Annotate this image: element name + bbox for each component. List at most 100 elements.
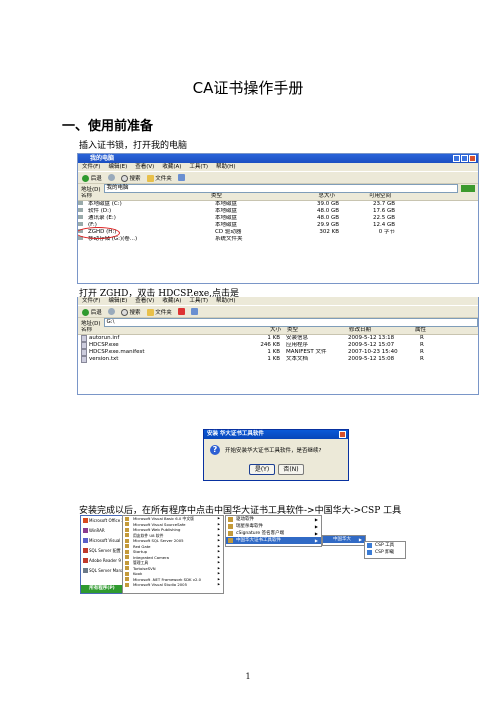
file-list-header: 名称 类型 总大小 可用空间 xyxy=(78,193,478,201)
program-label: Microsoft Visual SourceSafe xyxy=(133,521,186,527)
address-input[interactable]: 我的电脑 xyxy=(103,184,458,193)
program-icon xyxy=(83,528,88,533)
drive-type: 本地磁盘 xyxy=(215,208,238,214)
submenu-label: 中国华大证书工具软件 xyxy=(236,538,281,543)
address-input[interactable]: G:\ xyxy=(103,318,478,327)
pinned-program-item[interactable]: SQL Server Management Studio xyxy=(81,566,123,576)
program-label: Microsoft .NET Framework SDK v2.0 xyxy=(133,576,201,582)
menu-view[interactable]: 查看(V) xyxy=(135,163,154,171)
yes-button[interactable]: 是(Y) xyxy=(249,464,275,475)
csp-item[interactable]: CSP 工具 xyxy=(365,542,405,549)
views-button[interactable] xyxy=(190,308,198,315)
file-list: autorun.inf 1 KB 安装信息 2009-5-12 13:18 R HDCSP… xyxy=(78,335,478,363)
menu-tools[interactable]: 工具(T) xyxy=(189,163,208,171)
all-programs-button[interactable]: 所有程序(P) xyxy=(81,585,123,593)
menu-view[interactable]: 查看(V) xyxy=(135,297,154,305)
delete-button[interactable] xyxy=(177,308,185,315)
folder-window: 文件(F) 编辑(E) 查看(V) 收藏(A) 工具(T) 帮助(H) 后退 搜… xyxy=(77,297,479,395)
drive-type: CD 驱动器 xyxy=(215,229,242,235)
file-type: 安装信息 xyxy=(286,335,309,341)
col-type[interactable]: 类型 xyxy=(211,193,281,200)
file-name: HDCSP.exe.manifest xyxy=(89,349,145,355)
program-icon xyxy=(83,518,88,523)
app-icon xyxy=(367,543,372,548)
submenu-label: cSignature 签名客户端 xyxy=(236,531,285,536)
forward-button[interactable] xyxy=(107,174,115,181)
forward-button[interactable] xyxy=(107,308,115,315)
file-row[interactable]: autorun.inf 1 KB 安装信息 2009-5-12 13:18 R xyxy=(78,335,478,342)
drive-row[interactable]: 移动存储 (G:)(卷...) 系统文件夹 xyxy=(78,236,478,243)
drive-row[interactable]: (F:) 本地磁盘 29.9 GB 12.4 GB xyxy=(78,222,478,229)
window-title: 我的电脑 xyxy=(90,155,115,162)
drive-row[interactable]: ZGHD (H:) CD 驱动器 302 KB 0 字节 xyxy=(78,227,478,239)
file-type: MANIFEST 文件 xyxy=(286,349,327,355)
menu-file[interactable]: 文件(F) xyxy=(82,297,100,305)
drive-name: 本地磁盘 (C:) xyxy=(88,201,122,207)
views-button[interactable] xyxy=(177,174,185,181)
col-type[interactable]: 类型 xyxy=(281,327,349,334)
menu-edit[interactable]: 编辑(E) xyxy=(108,163,127,171)
menu-favorites[interactable]: 收藏(A) xyxy=(162,297,181,305)
menu-file[interactable]: 文件(F) xyxy=(82,163,100,171)
menu-tools[interactable]: 工具(T) xyxy=(189,297,208,305)
file-date: 2009-5-12 15:07 xyxy=(348,342,395,348)
dialog-titlebar: 安装 华大证书工具软件 xyxy=(204,430,348,439)
csp-item[interactable]: CSP 卸载 xyxy=(365,549,405,556)
pinned-program-item[interactable]: Adobe Reader 9 xyxy=(81,556,123,566)
back-button[interactable]: 后退 xyxy=(82,308,102,316)
folders-button[interactable]: 文件夹 xyxy=(146,174,172,182)
menu-edit[interactable]: 编辑(E) xyxy=(108,297,127,305)
no-button[interactable]: 否(N) xyxy=(278,464,304,475)
pinned-program-item[interactable]: Microsoft Visual 2005 xyxy=(81,536,123,546)
col-size[interactable]: 总大小 xyxy=(281,193,335,200)
maximize-button[interactable] xyxy=(461,155,468,162)
submenu-item[interactable]: 驱动软件 ▶ xyxy=(226,516,321,523)
search-button[interactable]: 搜索 xyxy=(120,174,141,182)
pinned-program-item[interactable]: Microsoft Office 2003 xyxy=(81,516,123,526)
search-icon xyxy=(120,174,128,182)
menu-favorites[interactable]: 收藏(A) xyxy=(162,163,181,171)
submenu-item[interactable]: 瑞星杀毒软件 ▶ xyxy=(226,523,321,530)
back-button[interactable]: 后退 xyxy=(82,174,102,182)
submenu-item[interactable]: 中国华大证书工具软件 ▶ xyxy=(226,537,321,544)
col-name[interactable]: 名称 xyxy=(78,327,241,334)
submenu-item[interactable]: cSignature 签名客户端 ▶ xyxy=(226,530,321,537)
folders-button[interactable]: 文件夹 xyxy=(146,308,172,316)
csp-submenu: CSP 工具 CSP 卸载 xyxy=(364,541,406,559)
question-icon: ? xyxy=(210,445,220,455)
views-icon xyxy=(190,308,198,315)
close-button[interactable] xyxy=(339,431,346,438)
program-item[interactable]: Microsoft Visual Studio 2005 ▶ xyxy=(123,582,223,588)
drive-row[interactable]: 软件 (D:) 本地磁盘 48.0 GB 17.6 GB xyxy=(78,208,478,215)
file-row[interactable]: HDCSP.exe 246 KB 应用程序 2009-5-12 15:07 R xyxy=(78,342,478,349)
pinned-program-item[interactable]: SQL Server 配置 xyxy=(81,546,123,556)
col-name[interactable]: 名称 xyxy=(78,193,211,200)
menu-help[interactable]: 帮助(H) xyxy=(216,163,235,171)
program-icon xyxy=(125,544,129,548)
col-attr[interactable]: 属性 xyxy=(415,327,445,334)
drive-row[interactable]: 本地磁盘 (C:) 本地磁盘 39.0 GB 23.7 GB xyxy=(78,201,478,208)
folder-icon xyxy=(228,538,233,543)
col-date[interactable]: 修改日期 xyxy=(349,327,415,334)
file-row[interactable]: version.txt 1 KB 文本文档 2009-5-12 15:08 R xyxy=(78,356,478,363)
address-bar: 地址(D) G:\ xyxy=(78,317,478,327)
submenu-item[interactable]: 中国华大 ▶ xyxy=(323,536,365,543)
highlight-circle xyxy=(78,227,120,239)
menu-help[interactable]: 帮助(H) xyxy=(216,297,235,305)
col-size[interactable]: 大小 xyxy=(241,327,281,334)
page-number: 1 xyxy=(245,672,251,681)
folder-icon xyxy=(228,524,233,529)
install-dialog: 安装 华大证书工具软件 ? 开始安装华大证书工具软件，是否继续? 是(Y) 否(… xyxy=(203,429,349,481)
drive-size: 302 KB xyxy=(319,229,339,235)
document-title: CA证书操作手册 xyxy=(192,79,304,97)
file-row[interactable]: HDCSP.exe.manifest 1 KB MANIFEST 文件 2007-10… xyxy=(78,349,478,356)
col-free[interactable]: 可用空间 xyxy=(335,193,391,200)
minimize-button[interactable] xyxy=(453,155,460,162)
app-icon xyxy=(367,550,372,555)
pinned-program-item[interactable]: WinRAR xyxy=(81,526,123,536)
drive-icon xyxy=(78,215,83,219)
drive-row[interactable]: 通讯录 (E:) 本地磁盘 48.0 GB 22.5 GB xyxy=(78,215,478,222)
go-button[interactable] xyxy=(461,185,475,192)
close-button[interactable] xyxy=(469,155,476,162)
search-button[interactable]: 搜索 xyxy=(120,308,141,316)
